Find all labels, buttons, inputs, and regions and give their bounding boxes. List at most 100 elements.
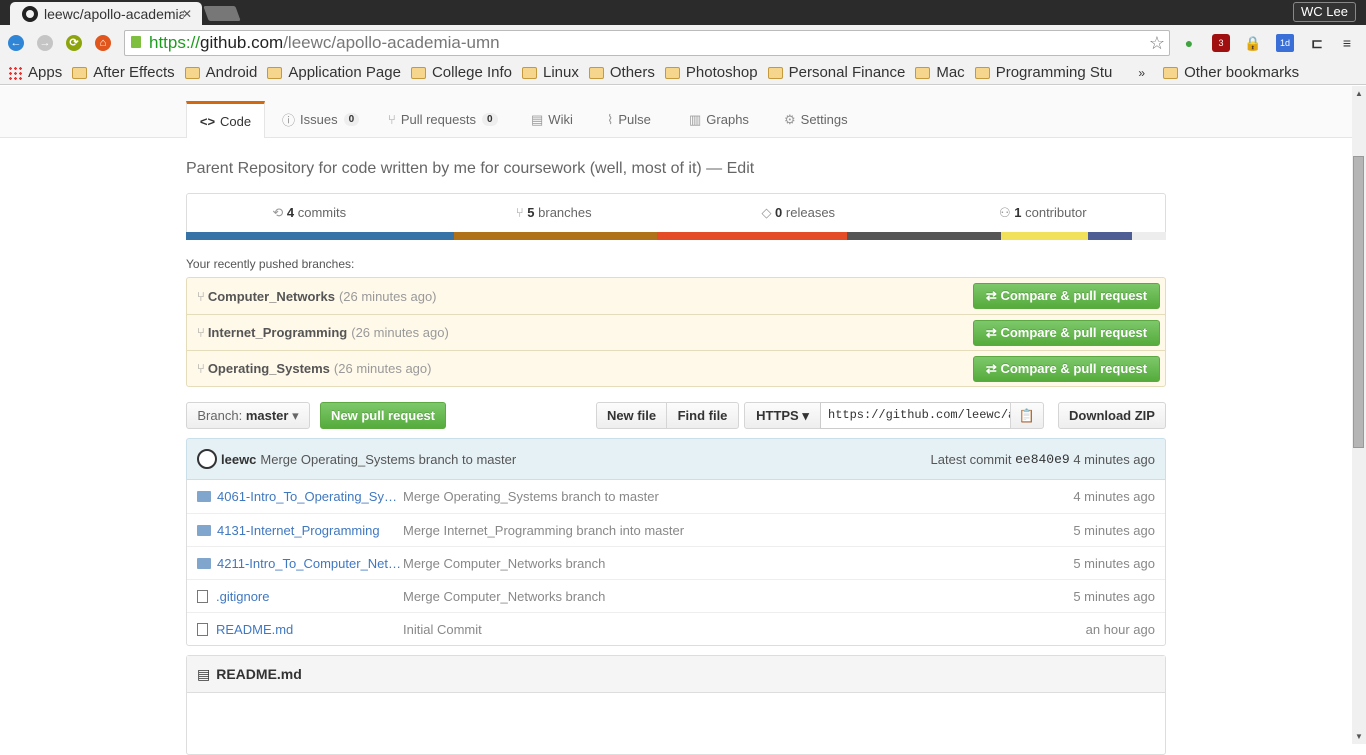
file-name[interactable]: 4211-Intro_To_Computer_Networks bbox=[217, 556, 403, 571]
tab-code[interactable]: <> Code bbox=[186, 101, 265, 138]
bookmark-folder[interactable]: Programming Stu bbox=[974, 64, 1112, 81]
file-commit-message[interactable]: Merge Computer_Networks branch bbox=[403, 589, 605, 604]
bookmark-label: Linux bbox=[543, 64, 579, 81]
clone-protocol-select[interactable]: HTTPS ▾ bbox=[744, 402, 821, 429]
profile-button[interactable]: WC Lee bbox=[1293, 2, 1356, 22]
file-commit-message[interactable]: Initial Commit bbox=[403, 622, 482, 637]
bookmarks-bar: Apps After Effects Android Application P… bbox=[0, 61, 1366, 85]
commit-message[interactable]: Merge Operating_Systems branch to master bbox=[260, 452, 516, 467]
url-scheme: https:// bbox=[149, 33, 201, 52]
password-extension-icon[interactable]: 🔒 bbox=[1244, 34, 1262, 52]
branch-select[interactable]: Branch: master ▾ bbox=[186, 402, 310, 429]
calendar-badge: 1d bbox=[1279, 38, 1290, 48]
new-pull-request-button[interactable]: New pull request bbox=[320, 402, 446, 429]
caret-down-icon: ▾ bbox=[802, 408, 809, 423]
address-bar[interactable]: https://github.com/leewc/apollo-academia… bbox=[124, 30, 1170, 56]
compare-pull-request-button[interactable]: ⇄ Compare & pull request bbox=[973, 356, 1160, 382]
tab-pull-requests[interactable]: ⑂ Pull requests 0 bbox=[388, 101, 498, 138]
hangouts-extension-icon[interactable]: ● bbox=[1180, 34, 1198, 52]
bookmark-folder[interactable]: Linux bbox=[522, 64, 579, 81]
language-segment[interactable] bbox=[453, 232, 658, 240]
folder-icon bbox=[767, 66, 783, 79]
file-commit-message[interactable]: Merge Internet_Programming branch into m… bbox=[403, 523, 684, 538]
avatar[interactable] bbox=[197, 449, 217, 469]
home-icon[interactable]: ⌂ bbox=[95, 35, 111, 51]
language-bar[interactable] bbox=[186, 232, 1166, 240]
tab-issues[interactable]: ⓘ Issues 0 bbox=[282, 101, 360, 138]
branch-name[interactable]: Computer_Networks bbox=[208, 289, 335, 304]
releases-count: 0 bbox=[775, 205, 783, 220]
bookmark-label: After Effects bbox=[93, 64, 175, 81]
file-name[interactable]: README.md bbox=[216, 622, 402, 637]
file-name[interactable]: 4131-Internet_Programming bbox=[217, 523, 403, 538]
commit-sha[interactable]: ee840e9 bbox=[1015, 452, 1070, 467]
clone-url-input[interactable]: https://github.com/leewc/apollo-academia… bbox=[820, 402, 1011, 429]
bookmark-folder[interactable]: Mac bbox=[915, 64, 965, 81]
find-file-button[interactable]: Find file bbox=[666, 402, 739, 429]
folder-icon bbox=[267, 66, 283, 79]
download-zip-button[interactable]: Download ZIP bbox=[1058, 402, 1166, 429]
back-icon[interactable]: ← bbox=[8, 35, 24, 51]
page-scrollbar[interactable]: ▲ ▼ bbox=[1352, 86, 1366, 744]
tab-title: leewc/apollo-academia-umn bbox=[44, 5, 184, 22]
bookmark-folder[interactable]: Photoshop bbox=[664, 64, 758, 81]
language-segment[interactable] bbox=[1001, 232, 1088, 240]
bookmark-folder[interactable]: Android bbox=[184, 64, 257, 81]
close-tab-icon[interactable]: ✕ bbox=[182, 7, 192, 21]
bookmark-folder[interactable]: College Info bbox=[410, 64, 512, 81]
other-bookmarks[interactable]: Other bookmarks bbox=[1163, 64, 1299, 81]
bookmarks-overflow[interactable]: » bbox=[1138, 66, 1145, 80]
language-segment[interactable] bbox=[1087, 232, 1132, 240]
bookmark-folder[interactable]: Application Page bbox=[267, 64, 401, 81]
menu-icon[interactable]: ≡ bbox=[1338, 34, 1356, 52]
file-row: 4211-Intro_To_Computer_Networks Merge Com… bbox=[187, 546, 1165, 579]
tab-label: Settings bbox=[800, 112, 848, 127]
ublock-extension-icon[interactable]: 3 bbox=[1212, 34, 1230, 52]
new-file-button[interactable]: New file bbox=[596, 402, 667, 429]
tab-label: Wiki bbox=[548, 112, 573, 127]
folder-icon bbox=[197, 524, 211, 536]
language-segment[interactable] bbox=[1131, 232, 1166, 240]
file-name[interactable]: 4061-Intro_To_Operating_Systems bbox=[217, 489, 403, 504]
folder-icon bbox=[664, 66, 680, 79]
scrollbar-thumb[interactable] bbox=[1353, 156, 1364, 448]
caret-down-icon: ▾ bbox=[292, 408, 299, 423]
copy-clipboard-icon[interactable]: 📋 bbox=[1010, 402, 1044, 429]
folder-icon bbox=[72, 66, 88, 79]
language-segment[interactable] bbox=[846, 232, 1002, 240]
bookmark-star-icon[interactable]: ☆ bbox=[1149, 31, 1165, 55]
bookmark-label: Personal Finance bbox=[788, 64, 906, 81]
bookmark-folder[interactable]: Personal Finance bbox=[767, 64, 906, 81]
bookmark-folder[interactable]: Others bbox=[588, 64, 655, 81]
file-commit-message[interactable]: Merge Operating_Systems branch to master bbox=[403, 489, 659, 504]
commit-author[interactable]: leewc bbox=[221, 452, 256, 467]
cast-extension-icon[interactable]: ⊏ bbox=[1308, 34, 1326, 52]
file-row: 4131-Internet_Programming Merge Internet_… bbox=[187, 513, 1165, 546]
file-commit-message[interactable]: Merge Computer_Networks branch bbox=[403, 556, 605, 571]
tab-graphs[interactable]: ▥ Graphs bbox=[689, 101, 749, 138]
bookmark-apps[interactable]: Apps bbox=[8, 64, 62, 81]
compare-pull-request-button[interactable]: ⇄ Compare & pull request bbox=[973, 283, 1160, 309]
file-name[interactable]: .gitignore bbox=[216, 589, 402, 604]
tab-wiki[interactable]: ▤ Wiki bbox=[531, 101, 573, 138]
scroll-up-icon[interactable]: ▲ bbox=[1355, 89, 1363, 98]
button-label: Compare & pull request bbox=[1000, 288, 1148, 303]
new-tab-button[interactable] bbox=[203, 6, 241, 21]
releases-label: releases bbox=[785, 205, 836, 220]
language-segment[interactable] bbox=[186, 232, 454, 240]
calendar-extension-icon[interactable]: 1d bbox=[1276, 34, 1294, 52]
tab-settings[interactable]: ⚙ Settings bbox=[784, 101, 848, 138]
bookmark-folder[interactable]: After Effects bbox=[72, 64, 175, 81]
tab-label: Graphs bbox=[706, 112, 749, 127]
branch-name[interactable]: Internet_Programming bbox=[208, 325, 347, 340]
forward-icon[interactable]: → bbox=[37, 35, 53, 51]
compare-pull-request-button[interactable]: ⇄ Compare & pull request bbox=[973, 320, 1160, 346]
edit-description-link[interactable]: Edit bbox=[727, 160, 755, 177]
branch-name[interactable]: Operating_Systems bbox=[208, 361, 330, 376]
reload-icon[interactable]: ⟳ bbox=[66, 35, 82, 51]
folder-icon bbox=[1163, 66, 1179, 79]
scroll-down-icon[interactable]: ▼ bbox=[1355, 732, 1363, 741]
language-segment[interactable] bbox=[657, 232, 847, 240]
tab-pulse[interactable]: ⌇ Pulse bbox=[607, 101, 651, 138]
browser-tab[interactable]: leewc/apollo-academia-umn ✕ bbox=[10, 2, 202, 25]
